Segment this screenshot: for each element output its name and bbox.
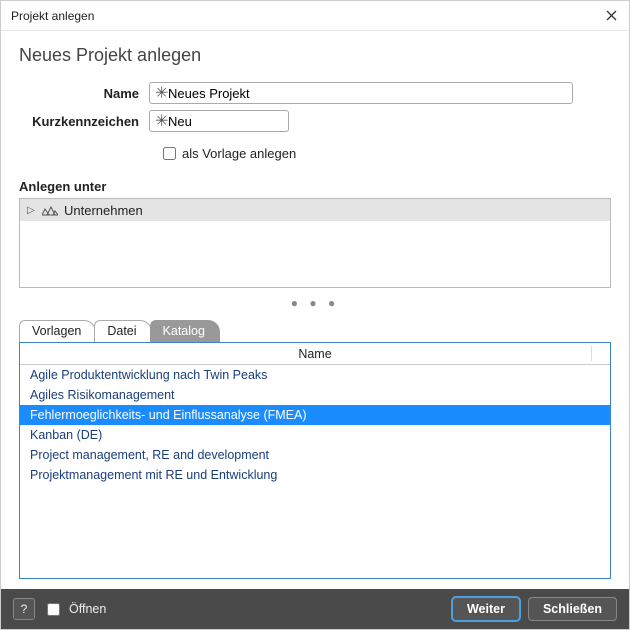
enterprise-icon: [42, 204, 58, 216]
catalog-item[interactable]: Agile Produktentwicklung nach Twin Peaks: [20, 365, 610, 385]
name-input[interactable]: [149, 82, 573, 104]
tab-katalog-label: Katalog: [163, 324, 205, 338]
help-button[interactable]: ?: [13, 598, 35, 620]
open-checkbox[interactable]: [47, 603, 60, 616]
tab-vorlagen[interactable]: Vorlagen: [19, 320, 96, 342]
short-label: Kurzkennzeichen: [19, 114, 149, 129]
short-input-wrap: ✳: [149, 110, 289, 132]
dialog-footer: ? Öffnen Weiter Schließen: [1, 589, 629, 629]
close-button[interactable]: Schließen: [528, 597, 617, 621]
tab-vorlagen-label: Vorlagen: [32, 324, 81, 338]
catalog-column-header[interactable]: Name: [20, 343, 610, 365]
name-label: Name: [19, 86, 149, 101]
template-checkbox-label: als Vorlage anlegen: [182, 146, 296, 161]
help-icon: ?: [21, 602, 28, 616]
catalog-item[interactable]: Projektmanagement mit RE und Entwicklung: [20, 465, 610, 485]
name-input-wrap: ✳: [149, 82, 573, 104]
create-under-tree[interactable]: ▷ Unternehmen: [19, 198, 611, 288]
dialog-heading: Neues Projekt anlegen: [19, 45, 611, 66]
catalog-item[interactable]: Project management, RE and development: [20, 445, 610, 465]
next-button[interactable]: Weiter: [452, 597, 520, 621]
catalog-list[interactable]: Agile Produktentwicklung nach Twin Peaks…: [20, 365, 610, 578]
window-close-button[interactable]: [601, 6, 621, 26]
dialog-content: Neues Projekt anlegen Name ✳ Kurzkennzei…: [1, 31, 629, 589]
row-short: Kurzkennzeichen ✳: [19, 110, 611, 132]
tab-datei-label: Datei: [107, 324, 136, 338]
catalog-item[interactable]: Fehlermoeglichkeits- und Einflussanalyse…: [20, 405, 610, 425]
open-option[interactable]: Öffnen: [43, 600, 106, 619]
row-template-checkbox: als Vorlage anlegen: [159, 144, 611, 163]
window-title: Projekt anlegen: [11, 9, 601, 23]
tabs-bar: Vorlagen Datei Katalog: [19, 318, 611, 342]
titlebar: Projekt anlegen: [1, 1, 629, 31]
catalog-item[interactable]: Agiles Risikomanagement: [20, 385, 610, 405]
more-icon[interactable]: ● ● ●: [19, 296, 611, 310]
tree-expand-icon[interactable]: ▷: [26, 205, 36, 216]
create-under-label: Anlegen unter: [19, 179, 611, 194]
tab-katalog[interactable]: Katalog: [150, 320, 220, 342]
tree-root-label: Unternehmen: [64, 203, 143, 218]
dialog-window: Projekt anlegen Neues Projekt anlegen Na…: [0, 0, 630, 630]
tab-datei[interactable]: Datei: [94, 320, 151, 342]
short-input[interactable]: [149, 110, 289, 132]
open-label: Öffnen: [69, 602, 106, 616]
tree-root-row[interactable]: ▷ Unternehmen: [20, 199, 610, 221]
row-name: Name ✳: [19, 82, 611, 104]
close-icon: [606, 10, 617, 21]
template-checkbox[interactable]: [163, 147, 176, 160]
catalog-item[interactable]: Kanban (DE): [20, 425, 610, 445]
catalog-column-header-label: Name: [298, 347, 331, 361]
catalog-panel: Name Agile Produktentwicklung nach Twin …: [19, 342, 611, 579]
